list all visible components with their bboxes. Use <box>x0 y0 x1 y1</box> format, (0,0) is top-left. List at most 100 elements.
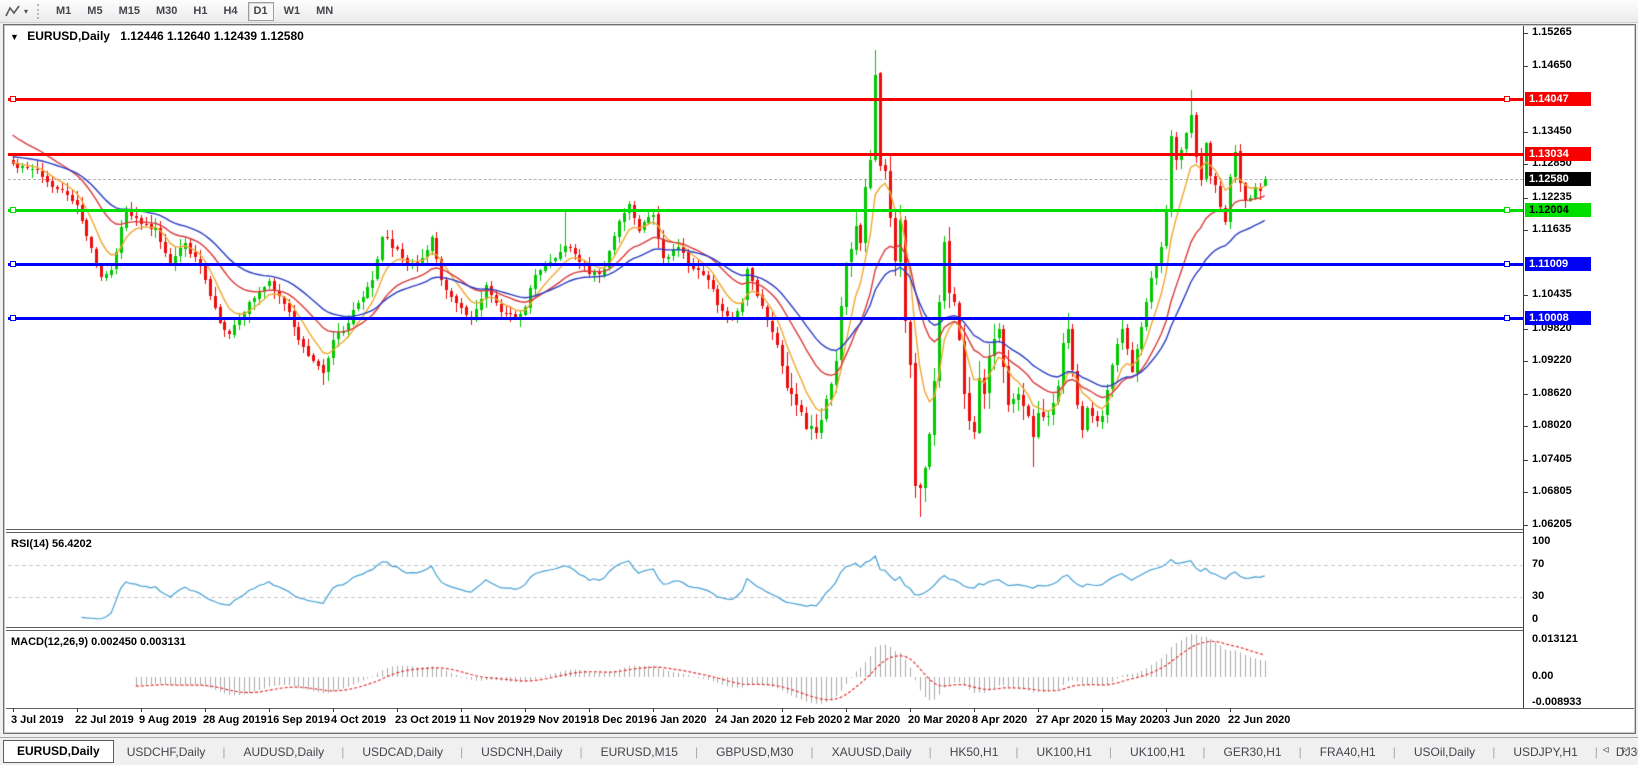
chart-tab-13[interactable]: USOil,Daily <box>1405 740 1504 764</box>
chart-title: ▼ EURUSD,Daily 1.12446 1.12640 1.12439 1… <box>10 29 304 43</box>
chart-tab-7[interactable]: XAUUSD,Daily <box>823 740 941 764</box>
chart-tab-4[interactable]: USDCNH,Daily <box>472 740 591 764</box>
chart-symbol-label: EURUSD,Daily <box>27 29 110 43</box>
line-handle[interactable] <box>1504 207 1510 213</box>
chart-style-icon[interactable] <box>5 4 22 19</box>
price-axis-tick <box>1523 164 1528 165</box>
line-handle[interactable] <box>10 96 16 102</box>
timeframe-button-m1[interactable]: M1 <box>50 2 77 21</box>
pane-splitter-rsi[interactable] <box>6 529 1523 533</box>
price-axis-tick <box>1523 525 1528 526</box>
date-axis-tick <box>141 708 142 712</box>
date-axis-tick <box>77 708 78 712</box>
timeframe-button-w1[interactable]: W1 <box>278 2 307 21</box>
horizontal-line-1.14047[interactable] <box>8 98 1523 101</box>
price-axis-label: 1.13450 <box>1532 125 1572 137</box>
macd-axis-max: 0.013121 <box>1532 633 1578 645</box>
timeframe-button-m30[interactable]: M30 <box>150 2 183 21</box>
date-axis-label: 9 Aug 2019 <box>139 714 197 726</box>
rsi-level-label-70: 70 <box>1532 558 1545 570</box>
chart-tab-11[interactable]: GER30,H1 <box>1215 740 1311 764</box>
date-axis-label: 27 Apr 2020 <box>1036 714 1098 726</box>
chart-tab-9[interactable]: UK100,H1 <box>1028 740 1122 764</box>
date-axis-tick <box>461 708 462 712</box>
price-axis-label: 1.08020 <box>1532 419 1572 431</box>
price-axis-label: 1.06205 <box>1532 518 1572 530</box>
date-axis-label: 23 Oct 2019 <box>395 714 457 726</box>
date-axis-tick <box>205 708 206 712</box>
tab-scroll-left-icon[interactable]: ◃ <box>1603 742 1609 756</box>
price-axis-label: 1.06805 <box>1532 485 1572 497</box>
price-axis-label: 1.11635 <box>1532 223 1572 235</box>
chart-tab-0[interactable]: EURUSD,Daily <box>3 740 114 763</box>
price-line-chip-1.13034: 1.13034 <box>1525 147 1591 161</box>
chart-tab-3[interactable]: USDCAD,Daily <box>353 740 472 764</box>
timeframe-button-h1[interactable]: H1 <box>187 2 213 21</box>
line-handle[interactable] <box>1504 261 1510 267</box>
date-axis-label: 28 Aug 2019 <box>203 714 267 726</box>
line-handle[interactable] <box>10 315 16 321</box>
date-axis-tick <box>974 708 975 712</box>
date-axis-tick <box>397 708 398 712</box>
price-axis-tick <box>1523 295 1528 296</box>
price-axis-label: 1.14650 <box>1532 59 1572 71</box>
chart-tab-6[interactable]: GBPUSD,M30 <box>707 740 822 764</box>
chart-tab-5[interactable]: EURUSD,M15 <box>592 740 707 764</box>
horizontal-line-1.13034[interactable] <box>8 153 1523 156</box>
chart-tab-1[interactable]: USDCHF,Daily <box>118 740 235 764</box>
price-axis-tick <box>1523 492 1528 493</box>
timeframe-button-mn[interactable]: MN <box>310 2 339 21</box>
chart-tab-14[interactable]: USDJPY,H1 <box>1504 740 1607 764</box>
bid-price-chip: 1.12580 <box>1525 172 1591 186</box>
price-axis-tick <box>1523 394 1528 395</box>
date-axis-tick <box>589 708 590 712</box>
date-axis-label: 16 Sep 2019 <box>267 714 330 726</box>
price-axis-tick <box>1523 460 1528 461</box>
tab-scroll-right-icon[interactable]: ▹ <box>1622 742 1628 756</box>
horizontal-line-1.10008[interactable] <box>8 317 1523 320</box>
line-handle[interactable] <box>10 207 16 213</box>
rsi-pane-canvas[interactable] <box>8 534 1523 627</box>
chart-tab-8[interactable]: HK50,H1 <box>941 740 1028 764</box>
date-axis-label: 29 Nov 2019 <box>523 714 587 726</box>
timeframe-button-h4[interactable]: H4 <box>217 2 243 21</box>
date-axis-label: 12 Feb 2020 <box>780 714 843 726</box>
price-axis-tick <box>1523 33 1528 34</box>
chart-tab-12[interactable]: FRA40,H1 <box>1311 740 1405 764</box>
date-axis-label: 4 Oct 2019 <box>331 714 387 726</box>
price-axis-label: 1.09220 <box>1532 354 1572 366</box>
date-axis-label: 20 Mar 2020 <box>908 714 971 726</box>
timeframe-button-m15[interactable]: M15 <box>113 2 146 21</box>
price-line-chip-1.12004: 1.12004 <box>1525 203 1591 217</box>
price-axis-label: 1.07405 <box>1532 453 1572 465</box>
chart-ohlc-values: 1.12446 1.12640 1.12439 1.12580 <box>120 29 304 43</box>
horizontal-line-1.12004[interactable] <box>8 209 1523 212</box>
rsi-level-label-30: 30 <box>1532 590 1545 602</box>
macd-pane-canvas[interactable] <box>8 632 1523 708</box>
chart-tab-2[interactable]: AUDUSD,Daily <box>235 740 354 764</box>
horizontal-line-1.11009[interactable] <box>8 263 1523 266</box>
date-axis-label: 11 Nov 2019 <box>459 714 522 726</box>
chart-dropdown-icon[interactable]: ▼ <box>10 32 19 42</box>
line-handle[interactable] <box>1504 96 1510 102</box>
date-axis-tick <box>653 708 654 712</box>
line-handle[interactable] <box>10 261 16 267</box>
tab-scroll-arrows: ◃ ▹ <box>1593 742 1628 756</box>
chart-tab-10[interactable]: UK100,H1 <box>1121 740 1215 764</box>
date-axis-tick <box>13 708 14 712</box>
line-handle[interactable] <box>1504 315 1510 321</box>
date-axis-tick <box>1166 708 1167 712</box>
price-line-chip-1.11009: 1.11009 <box>1525 257 1591 271</box>
timeframe-buttons: M1 M5 M15 M30 H1 H4 D1 W1 MN <box>48 1 341 21</box>
date-axis-tick <box>910 708 911 712</box>
price-chart-canvas[interactable] <box>8 26 1523 530</box>
timeframe-button-d1[interactable]: D1 <box>247 1 274 21</box>
timeframe-toolbar: ▾ M1 M5 M15 M30 H1 H4 D1 W1 MN <box>0 0 1638 23</box>
price-line-chip-1.10008: 1.10008 <box>1525 311 1591 325</box>
pane-splitter-macd[interactable] <box>6 627 1523 631</box>
date-axis-tick <box>333 708 334 712</box>
chart-style-dropdown-icon[interactable]: ▾ <box>24 7 28 16</box>
price-axis-border <box>1523 26 1524 708</box>
timeframe-button-m5[interactable]: M5 <box>81 2 108 21</box>
date-axis-tick <box>1102 708 1103 712</box>
